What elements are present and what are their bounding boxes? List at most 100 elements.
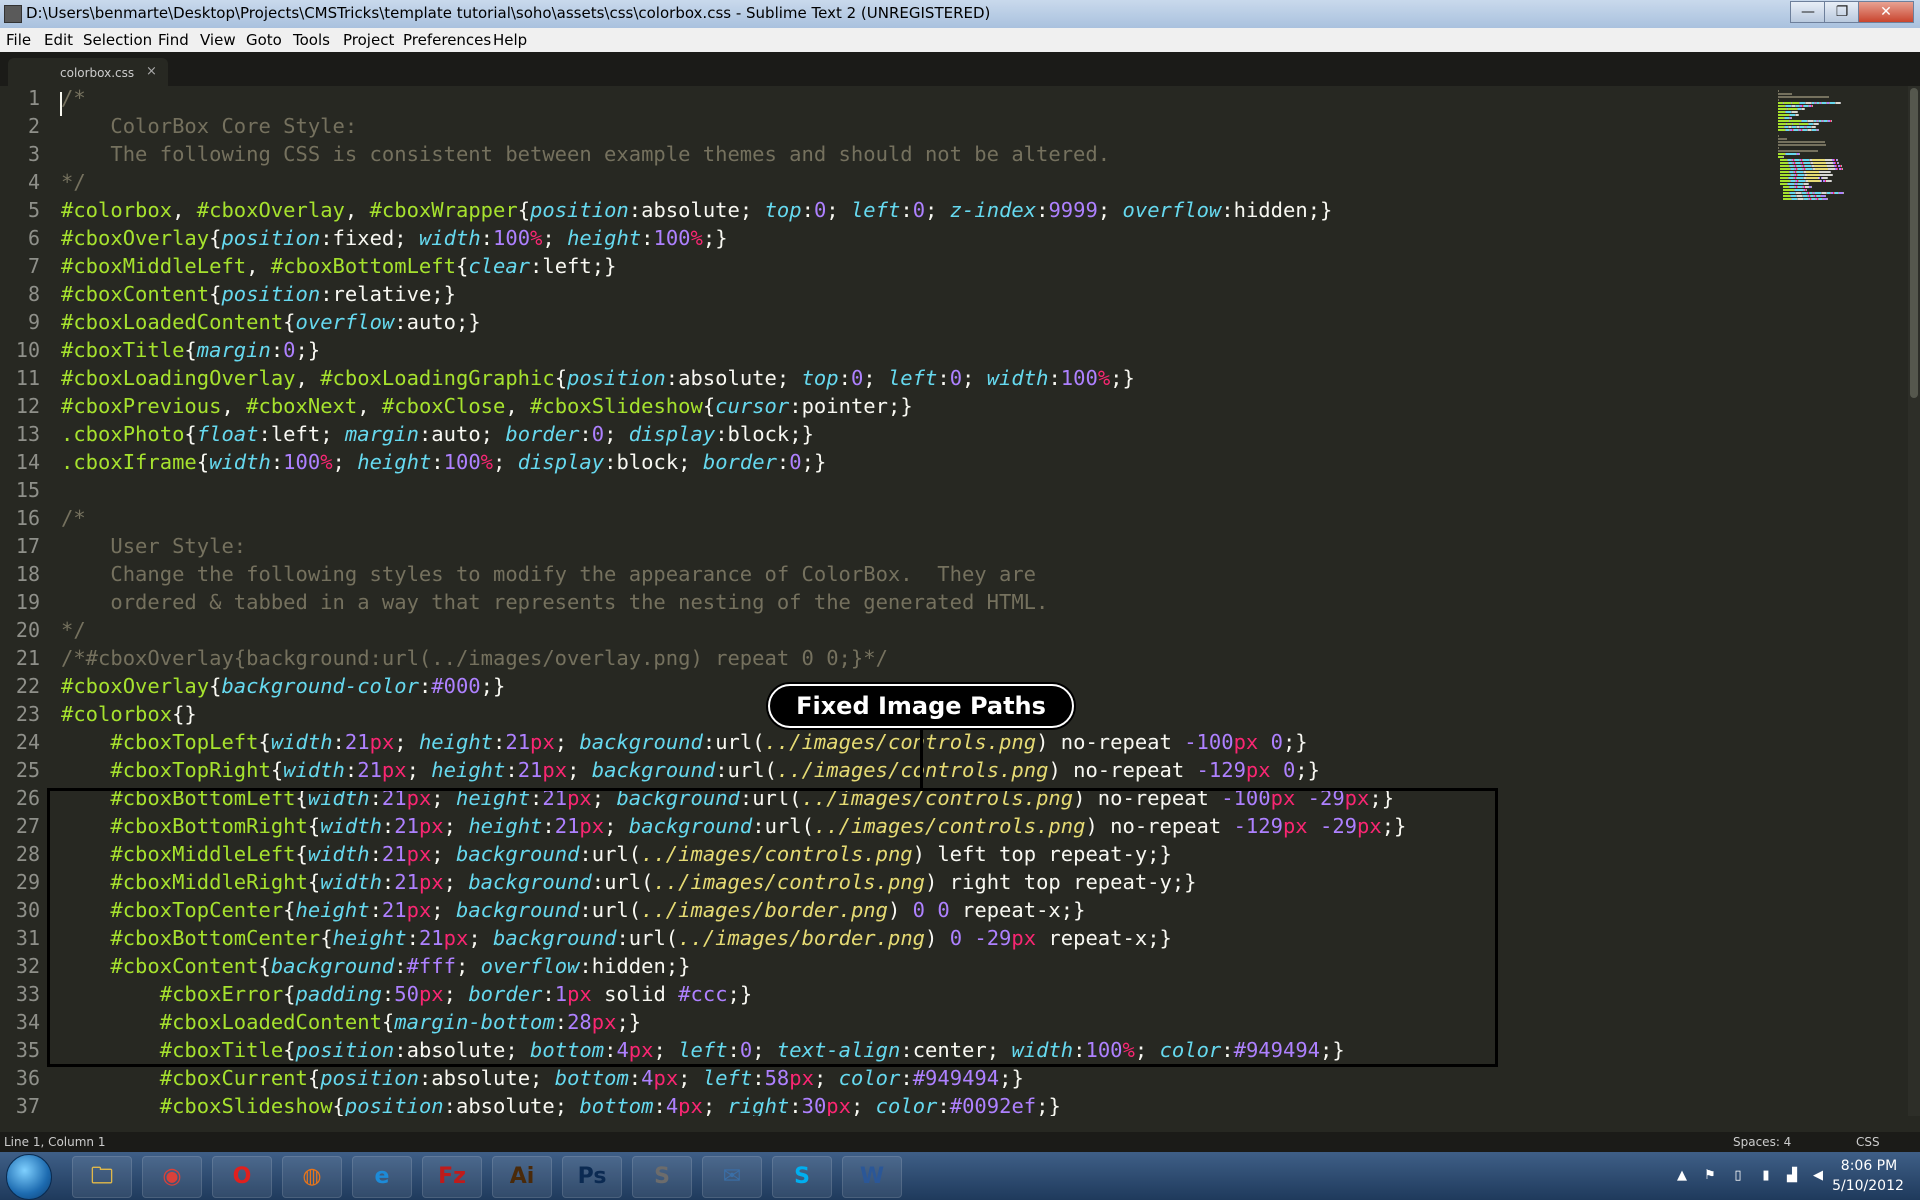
menu-edit[interactable]: Edit: [44, 31, 73, 49]
code-editor[interactable]: 1 2 3 4 5 6 7 8 9 10 11 12 13 14 15 16 17 18 19 20 21 22 23 24 2…: [0, 86, 1920, 1116]
code-token: background: [493, 926, 617, 950]
code-line[interactable]: #cboxMiddleLeft{width:21px; background:u…: [61, 840, 1171, 868]
minimap-stroke: [1780, 168, 1790, 170]
code-line[interactable]: The following CSS is consistent between …: [61, 140, 1110, 168]
code-line[interactable]: #colorbox{}: [61, 700, 197, 728]
minimap[interactable]: [1778, 86, 1908, 326]
code-line[interactable]: #cboxMiddleRight{width:21px; background:…: [61, 868, 1196, 896]
menu-help[interactable]: Help: [493, 31, 527, 49]
thunderbird-icon[interactable]: ✉: [702, 1156, 762, 1198]
menu-selection[interactable]: Selection: [83, 31, 152, 49]
tab-close-icon[interactable]: ×: [146, 64, 157, 79]
network-icon[interactable]: ▟: [1784, 1168, 1800, 1184]
minimap-stroke: [1786, 153, 1796, 155]
code-token: :: [394, 954, 407, 978]
code-line[interactable]: #cboxContent{position:relative;}: [61, 280, 456, 308]
menu-project[interactable]: Project: [343, 31, 394, 49]
code-token: ;: [986, 1038, 1012, 1062]
opera-icon[interactable]: O: [212, 1156, 272, 1198]
ie-icon[interactable]: e: [352, 1156, 412, 1198]
code-line[interactable]: /*: [61, 86, 86, 112]
code-token: position: [221, 226, 321, 250]
code-token: #cboxWrapper: [369, 198, 518, 222]
menu-file[interactable]: File: [6, 31, 31, 49]
word-icon[interactable]: W: [842, 1156, 902, 1198]
code-line[interactable]: #colorbox, #cboxOverlay, #cboxWrapper{po…: [61, 196, 1332, 224]
clock-date[interactable]: 5/10/2012: [1828, 1178, 1908, 1194]
device-icon[interactable]: ▯: [1730, 1168, 1746, 1184]
code-line[interactable]: #cboxBottomLeft{width:21px; height:21px;…: [61, 784, 1394, 812]
code-line[interactable]: ordered & tabbed in a way that represent…: [61, 588, 1048, 616]
code-line[interactable]: /*: [61, 504, 86, 532]
code-line[interactable]: Change the following styles to modify th…: [61, 560, 1036, 588]
syntax-setting[interactable]: CSS: [1856, 1135, 1880, 1149]
tab-label: colorbox.css: [60, 66, 135, 80]
code-line[interactable]: */: [61, 616, 86, 644]
power-icon[interactable]: ▮: [1758, 1168, 1774, 1184]
code-token: ): [925, 926, 950, 950]
code-token: ;: [431, 842, 456, 866]
code-line[interactable]: #cboxError{padding:50px; border:1px soli…: [61, 980, 752, 1008]
code-token: 0: [283, 338, 296, 362]
photoshop-icon[interactable]: Ps: [562, 1156, 622, 1198]
code-line[interactable]: #cboxTitle{margin:0;}: [61, 336, 320, 364]
maximize-button[interactable]: ❐: [1824, 1, 1860, 23]
action-center-icon[interactable]: ⚑: [1702, 1168, 1718, 1184]
code-line[interactable]: */: [61, 168, 86, 196]
minimap-stroke: [1812, 159, 1825, 161]
code-token: ;: [776, 366, 802, 390]
code-line[interactable]: ColorBox Core Style:: [61, 112, 357, 140]
skype-icon[interactable]: S: [772, 1156, 832, 1198]
code-line[interactable]: #cboxContent{background:#fff; overflow:h…: [61, 952, 690, 980]
code-line[interactable]: #cboxLoadingOverlay, #cboxLoadingGraphic…: [61, 364, 1135, 392]
firefox-icon[interactable]: ◍: [282, 1156, 342, 1198]
tab-colorbox-css[interactable]: colorbox.css ×: [8, 58, 168, 86]
code-line[interactable]: #cboxTitle{position:absolute; bottom:4px…: [61, 1036, 1345, 1064]
menu-preferences[interactable]: Preferences: [403, 31, 491, 49]
code-line[interactable]: .cboxPhoto{float:left; margin:auto; bord…: [61, 420, 814, 448]
code-token: %: [1122, 1038, 1135, 1062]
code-line[interactable]: #cboxBottomCenter{height:21px; backgroun…: [61, 924, 1172, 952]
code-line[interactable]: .cboxIframe{width:100%; height:100%; dis…: [61, 448, 826, 476]
code-token: 9999: [1048, 198, 1098, 222]
code-token: repeat-x: [1036, 926, 1148, 950]
code-line[interactable]: #cboxOverlay{position:fixed; width:100%;…: [61, 224, 728, 252]
close-button[interactable]: ✕: [1858, 1, 1914, 23]
sublime-icon[interactable]: S: [632, 1156, 692, 1198]
code-token: border: [702, 450, 777, 474]
illustrator-icon[interactable]: Ai: [492, 1156, 552, 1198]
code-line[interactable]: #cboxTopCenter{height:21px; background:u…: [61, 896, 1085, 924]
minimize-button[interactable]: —: [1790, 1, 1826, 23]
code-line[interactable]: #cboxTopRight{width:21px; height:21px; b…: [61, 756, 1320, 784]
scrollbar-thumb[interactable]: [1910, 88, 1918, 398]
code-line[interactable]: User Style:: [61, 532, 246, 560]
code-line[interactable]: #cboxMiddleLeft, #cboxBottomLeft{clear:l…: [61, 252, 616, 280]
menu-goto[interactable]: Goto: [246, 31, 282, 49]
code-line[interactable]: #cboxLoadedContent{overflow:auto;}: [61, 308, 481, 336]
menu-view[interactable]: View: [200, 31, 236, 49]
volume-icon[interactable]: ◀: [1810, 1168, 1826, 1184]
vertical-scrollbar[interactable]: [1908, 86, 1920, 1116]
code-line[interactable]: #cboxLoadedContent{margin-bottom:28px;}: [61, 1008, 641, 1036]
clock-time[interactable]: 8:06 PM: [1834, 1158, 1904, 1174]
code-token: :: [344, 758, 358, 782]
code-token: :: [418, 674, 432, 698]
menu-find[interactable]: Find: [158, 31, 189, 49]
code-line[interactable]: #cboxCurrent{position:absolute; bottom:4…: [61, 1064, 1024, 1092]
code-line[interactable]: #cboxBottomRight{width:21px; height:21px…: [61, 812, 1406, 840]
filezilla-icon[interactable]: Fz: [422, 1156, 482, 1198]
code-line[interactable]: /*#cboxOverlay{background:url(../images/…: [61, 644, 888, 672]
code-line[interactable]: #cboxPrevious, #cboxNext, #cboxClose, #c…: [61, 392, 913, 420]
code-token: 0: [912, 198, 926, 222]
menu-tools[interactable]: Tools: [293, 31, 330, 49]
explorer-icon[interactable]: 🗀: [72, 1156, 132, 1198]
indentation-setting[interactable]: Spaces: 4: [1733, 1135, 1791, 1149]
chrome-icon[interactable]: ◉: [142, 1156, 202, 1198]
code-line[interactable]: #cboxOverlay{background-color:#000;}: [61, 672, 505, 700]
code-line[interactable]: #cboxSlideshow{position:absolute; bottom…: [61, 1092, 1061, 1116]
code-line[interactable]: #cboxTopLeft{width:21px; height:21px; ba…: [61, 728, 1307, 756]
start-button[interactable]: [6, 1154, 52, 1200]
show-hidden-icons-icon[interactable]: ▲: [1674, 1168, 1690, 1184]
